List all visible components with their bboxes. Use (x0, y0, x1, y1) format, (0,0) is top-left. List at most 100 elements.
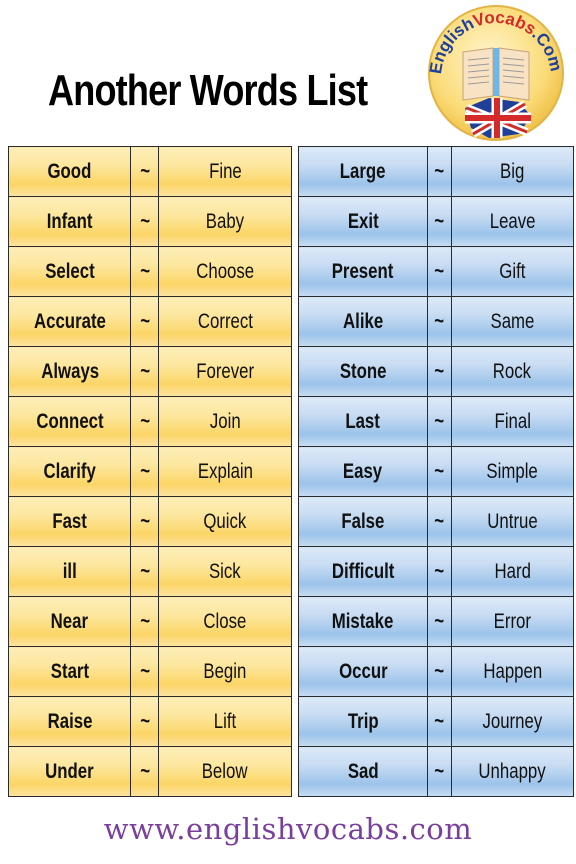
separator-cell-text: ~ (434, 409, 445, 433)
synonym-cell-text: Error (493, 609, 532, 633)
synonym-cell-text: Join (209, 409, 241, 433)
uk-flag-icon (465, 98, 531, 138)
table-row: Sad ~ Unhappy (298, 746, 575, 797)
word-cell-text: False (341, 509, 385, 533)
table-row: Raise ~ Lift (7, 696, 292, 747)
synonym-cell: Explain (158, 446, 292, 497)
table-row: Always ~ Forever (7, 346, 292, 397)
separator-cell-text: ~ (139, 309, 150, 333)
separator-cell-text: ~ (434, 509, 445, 533)
synonym-cell: Unhappy (450, 746, 575, 797)
word-cell-text: Good (47, 159, 92, 183)
word-cell: Easy (298, 446, 428, 497)
word-cell: Good (7, 146, 132, 197)
word-cell-text: Under (45, 759, 94, 783)
synonym-cell-text: Close (203, 609, 247, 633)
table-row: Exit ~ Leave (298, 196, 575, 247)
synonym-cell-text: Fine (208, 159, 242, 183)
separator-cell-text: ~ (434, 309, 445, 333)
synonym-cell-text: Final (494, 409, 531, 433)
table-row: Easy ~ Simple (298, 446, 575, 497)
synonym-cell: Quick (158, 496, 292, 547)
word-cell-text: Infant (46, 209, 93, 233)
word-cell: Infant (7, 196, 132, 247)
separator-cell-text: ~ (139, 709, 150, 733)
synonym-cell: Same (450, 296, 575, 347)
word-cell-text: Mistake (332, 609, 394, 633)
separator-cell-text: ~ (434, 609, 445, 633)
synonym-cell-text: Choose (196, 259, 255, 283)
word-cell-text: Difficult (331, 559, 395, 583)
synonym-cell: Close (158, 596, 292, 647)
separator-cell: ~ (130, 696, 160, 747)
synonym-cell-text: Baby (205, 209, 245, 233)
table-row: Under ~ Below (7, 746, 292, 797)
word-cell: Last (298, 396, 428, 447)
synonym-cell-text: Simple (486, 459, 539, 483)
word-cell-text: Clarify (43, 459, 96, 483)
synonym-cell: Hard (450, 546, 575, 597)
table-row: Present ~ Gift (298, 246, 575, 297)
separator-cell: ~ (130, 196, 160, 247)
synonym-cell: Join (158, 396, 292, 447)
separator-cell-text: ~ (434, 359, 445, 383)
table-row: Fast ~ Quick (7, 496, 292, 547)
table-row: Large ~ Big (298, 146, 575, 197)
synonym-cell: Happen (450, 646, 575, 697)
separator-cell-text: ~ (139, 559, 150, 583)
synonym-cell-text: Happen (482, 659, 542, 683)
word-cell-text: Accurate (33, 309, 106, 333)
word-cell-text: Exit (347, 209, 379, 233)
separator-cell: ~ (130, 646, 160, 697)
separator-cell: ~ (130, 296, 160, 347)
synonym-cell: Begin (158, 646, 292, 697)
synonym-cell: Simple (450, 446, 575, 497)
website-url: www.englishvocabs.com (103, 812, 473, 846)
word-cell: Difficult (298, 546, 428, 597)
synonym-cell-text: Big (500, 159, 525, 183)
separator-cell-text: ~ (139, 259, 150, 283)
word-cell: ill (7, 546, 132, 597)
word-cell: Connect (7, 396, 132, 447)
word-cell-text: Last (345, 409, 381, 433)
synonym-cell: Leave (450, 196, 575, 247)
synonym-cell: Rock (450, 346, 575, 397)
table-row: Stone ~ Rock (298, 346, 575, 397)
synonym-cell-text: Lift (213, 709, 237, 733)
separator-cell-text: ~ (434, 159, 445, 183)
englishvocabs-logo: EnglishVocabs.Com (426, 5, 566, 141)
synonym-cell-text: Leave (489, 209, 536, 233)
table-row: Last ~ Final (298, 396, 575, 447)
separator-cell: ~ (130, 446, 160, 497)
separator-cell-text: ~ (139, 359, 150, 383)
synonym-cell: Lift (158, 696, 292, 747)
synonym-cell: Untrue (450, 496, 575, 547)
synonym-cell-text: Sick (209, 559, 241, 583)
separator-cell: ~ (426, 596, 452, 647)
separator-cell-text: ~ (139, 759, 150, 783)
synonym-cell-text: Gift (499, 259, 526, 283)
synonym-cell-text: Journey (482, 709, 543, 733)
word-cell-text: Large (340, 159, 386, 183)
separator-cell-text: ~ (434, 259, 445, 283)
synonym-cell-text: Untrue (487, 509, 538, 533)
word-cell: Occur (298, 646, 428, 697)
separator-cell-text: ~ (139, 209, 150, 233)
synonym-cell: Error (450, 596, 575, 647)
table-row: False ~ Untrue (298, 496, 575, 547)
separator-cell-text: ~ (139, 609, 150, 633)
table-row: Good ~ Fine (7, 146, 292, 197)
synonym-cell-text: Forever (196, 359, 254, 383)
synonym-cell: Sick (158, 546, 292, 597)
word-cell: Near (7, 596, 132, 647)
word-cell-text: Select (44, 259, 95, 283)
word-cell: Under (7, 746, 132, 797)
synonym-cell-text: Correct (197, 309, 253, 333)
word-cell-text: Connect (36, 409, 104, 433)
synonym-cell-text: Hard (494, 559, 531, 583)
synonym-cell: Choose (158, 246, 292, 297)
word-cell-text: Alike (342, 309, 384, 333)
word-cell-text: Start (50, 659, 89, 683)
word-cell-text: Occur (338, 659, 388, 683)
separator-cell: ~ (426, 246, 452, 297)
